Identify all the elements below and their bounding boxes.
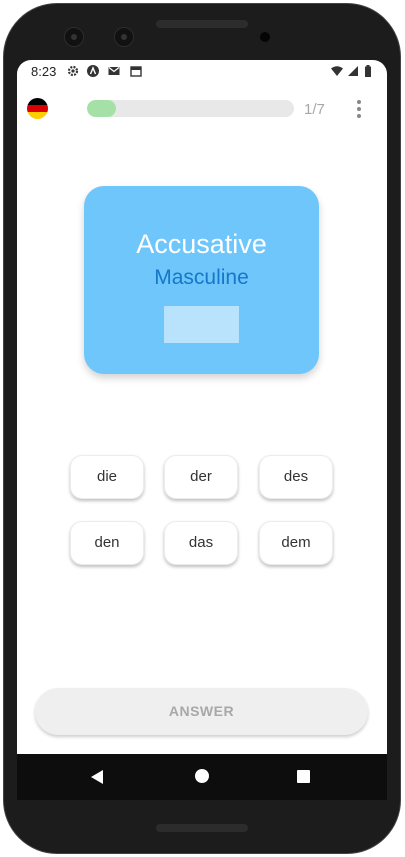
calendar-icon <box>130 66 142 77</box>
german-flag-icon[interactable] <box>27 98 48 119</box>
answer-button[interactable]: ANSWER <box>35 688 368 735</box>
more-vertical-icon[interactable] <box>353 98 365 120</box>
gmail-icon <box>108 67 120 75</box>
proximity-sensor-icon <box>260 32 270 42</box>
back-icon[interactable] <box>91 770 103 784</box>
question-counter: 1/7 <box>304 101 325 118</box>
progress-fill <box>87 100 116 117</box>
option-button-der[interactable]: der <box>164 455 238 499</box>
option-button-des[interactable]: des <box>259 455 333 499</box>
option-button-den[interactable]: den <box>70 521 144 565</box>
battery-icon <box>365 65 371 77</box>
answer-blank-slot <box>164 306 239 343</box>
app-screen: 8:23 1/7 Accusative Masculine die der de… <box>17 60 387 800</box>
card-gender-label: Masculine <box>154 266 249 289</box>
status-time: 8:23 <box>31 64 57 79</box>
option-button-die[interactable]: die <box>70 455 144 499</box>
earpiece-speaker <box>156 20 248 28</box>
wifi-icon <box>331 66 343 76</box>
home-icon[interactable] <box>195 769 209 783</box>
system-nav-bar <box>17 754 387 800</box>
option-button-das[interactable]: das <box>164 521 238 565</box>
question-card: Accusative Masculine <box>84 186 319 374</box>
lesson-progress-bar <box>87 100 294 117</box>
status-bar: 8:23 <box>17 60 387 82</box>
front-sensor-icon <box>114 27 134 47</box>
recents-icon[interactable] <box>297 770 310 783</box>
front-camera-icon <box>64 27 84 47</box>
app-a-icon <box>87 65 99 77</box>
bottom-speaker <box>156 824 248 832</box>
settings-icon <box>67 65 79 77</box>
top-bar: 1/7 <box>17 82 387 132</box>
device: 8:23 1/7 Accusative Masculine die der de… <box>0 0 405 857</box>
signal-icon <box>348 66 358 76</box>
card-case-label: Accusative <box>136 229 267 259</box>
option-button-dem[interactable]: dem <box>259 521 333 565</box>
